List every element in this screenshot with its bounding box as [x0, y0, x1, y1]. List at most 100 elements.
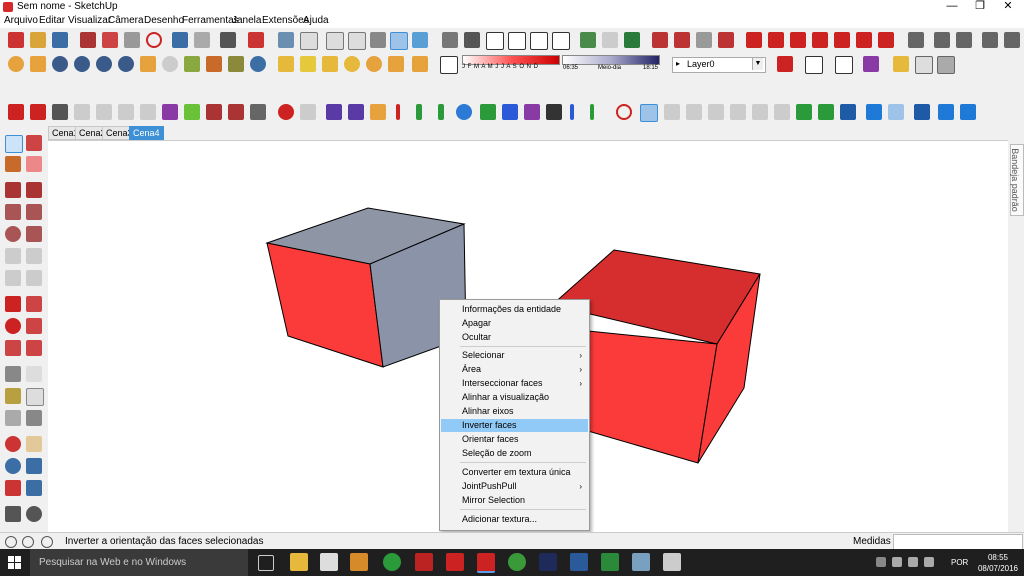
- path-tool-icon[interactable]: [300, 104, 316, 120]
- arc-icon[interactable]: [5, 248, 21, 264]
- rewind-icon[interactable]: [888, 104, 904, 120]
- app-doc-icon[interactable]: [632, 553, 650, 571]
- previous-view-icon[interactable]: [26, 480, 42, 496]
- battery-icon[interactable]: [908, 557, 918, 567]
- erase-icon[interactable]: [146, 32, 162, 48]
- print-icon[interactable]: [220, 32, 236, 48]
- ctx-item-align-view[interactable]: Alinhar a visualização: [441, 391, 588, 404]
- shadows-toggle-icon[interactable]: [440, 56, 458, 74]
- cone-tool-icon[interactable]: [300, 56, 316, 72]
- dimension-icon[interactable]: [26, 366, 42, 382]
- rope-tool-icon[interactable]: [370, 104, 386, 120]
- sketchup-taskbar-icon[interactable]: [477, 553, 495, 573]
- label-tool-icon[interactable]: [140, 56, 156, 72]
- menu-ajuda[interactable]: Ajuda: [303, 15, 329, 26]
- measurements-input[interactable]: [893, 534, 1023, 550]
- pencil-icon[interactable]: [5, 182, 21, 198]
- geo-location-icon[interactable]: [5, 536, 17, 548]
- copy-icon[interactable]: [102, 32, 118, 48]
- extension-av-icon[interactable]: [812, 32, 828, 48]
- top-view-icon[interactable]: [300, 32, 318, 50]
- section-cut-icon[interactable]: [835, 56, 853, 74]
- walk-icon[interactable]: [5, 506, 21, 522]
- tag-tool-icon[interactable]: [30, 56, 46, 72]
- iso-view-icon[interactable]: [278, 32, 294, 48]
- dome-tool-icon[interactable]: [344, 56, 360, 72]
- push-pull-icon[interactable]: [26, 296, 42, 312]
- section-plane-icon[interactable]: [805, 56, 823, 74]
- ctx-item-align-axes[interactable]: Alinhar eixos: [441, 405, 588, 418]
- front-view-icon[interactable]: [508, 32, 526, 50]
- add-location-icon[interactable]: [602, 32, 618, 48]
- move-tool-icon[interactable]: [480, 104, 496, 120]
- sphere-tool-icon[interactable]: [162, 56, 178, 72]
- sun-tool-icon[interactable]: [278, 56, 294, 72]
- plane-tool-icon[interactable]: [546, 104, 562, 120]
- play-blue-icon[interactable]: [938, 104, 954, 120]
- hi-tool-icon[interactable]: [206, 104, 222, 120]
- tape-measure-icon[interactable]: [5, 366, 21, 382]
- tool-group-d-icon[interactable]: [982, 32, 998, 48]
- cut-icon[interactable]: [80, 32, 96, 48]
- ui-tool-icon[interactable]: [840, 104, 856, 120]
- arrow-up-green-icon[interactable]: [416, 104, 422, 120]
- text-icon[interactable]: [26, 388, 44, 406]
- redo-icon[interactable]: [194, 32, 210, 48]
- xray-icon[interactable]: [326, 32, 344, 50]
- arrow-up-icon[interactable]: [438, 104, 444, 120]
- toggle-terrain-icon[interactable]: [624, 32, 640, 48]
- wood-tool-icon[interactable]: [206, 56, 222, 72]
- level-tool-icon[interactable]: [52, 104, 68, 120]
- zoom-window-icon[interactable]: [26, 458, 42, 474]
- menu-extensoes[interactable]: Extensões: [262, 15, 309, 26]
- app-w-icon[interactable]: [570, 553, 588, 571]
- volume-icon[interactable]: [924, 557, 934, 567]
- house-icon[interactable]: [486, 32, 504, 50]
- wireframe-icon[interactable]: [348, 32, 366, 50]
- ctx-item-mirror-selection[interactable]: Mirror Selection: [441, 494, 588, 507]
- xbox-icon[interactable]: [508, 553, 526, 571]
- store-icon[interactable]: [320, 553, 338, 571]
- paint-bucket-icon[interactable]: [5, 156, 21, 172]
- ctx-item-intersect-faces[interactable]: Interseccionar faces ›: [441, 377, 588, 390]
- time-slider[interactable]: [562, 55, 660, 65]
- orbit-icon[interactable]: [5, 436, 21, 452]
- s-down-icon[interactable]: [796, 104, 812, 120]
- pan-icon[interactable]: [26, 436, 42, 452]
- record-icon[interactable]: [616, 104, 632, 120]
- arc3-icon[interactable]: [5, 270, 21, 286]
- warehouse-icon[interactable]: [442, 32, 458, 48]
- component-options-icon[interactable]: [674, 32, 690, 48]
- ctx-item-select[interactable]: Selecionar ›: [441, 349, 588, 362]
- media-player-icon[interactable]: [350, 553, 368, 571]
- minimize-button[interactable]: —: [938, 0, 966, 14]
- clapper-icon[interactable]: [914, 104, 930, 120]
- circle-icon[interactable]: [5, 226, 21, 242]
- look-around-icon[interactable]: [26, 506, 42, 522]
- tray-tab[interactable]: Bandeja padrão: [1010, 144, 1024, 216]
- help-tool-icon[interactable]: [118, 56, 134, 72]
- polygon-icon[interactable]: [26, 226, 42, 242]
- menu-arquivo[interactable]: Arquivo: [4, 15, 38, 26]
- camera-icon[interactable]: [640, 104, 658, 122]
- paste-icon[interactable]: [124, 32, 140, 48]
- taskbar-search[interactable]: Pesquisar na Web e no Windows: [30, 549, 248, 576]
- rotate-icon[interactable]: [5, 318, 21, 334]
- sandbox-icon[interactable]: [718, 32, 734, 48]
- s-up-icon[interactable]: [818, 104, 834, 120]
- file-explorer-icon[interactable]: [290, 553, 308, 571]
- purple-tool-icon[interactable]: [863, 56, 879, 72]
- extension-af-icon[interactable]: [878, 32, 894, 48]
- tool-group-c-icon[interactable]: [956, 32, 972, 48]
- ctx-item-area[interactable]: Área ›: [441, 363, 588, 376]
- rectangle-icon[interactable]: [5, 204, 21, 220]
- scale-icon[interactable]: [5, 340, 21, 356]
- follow-me-icon[interactable]: [26, 318, 42, 334]
- undo-icon[interactable]: [172, 32, 188, 48]
- menu-janela[interactable]: Janela: [232, 15, 261, 26]
- menu-editar[interactable]: Editar: [39, 15, 65, 26]
- resize-tool-icon[interactable]: [250, 104, 266, 120]
- select-arrow-icon[interactable]: [5, 135, 23, 153]
- plant-tool-icon[interactable]: [228, 56, 244, 72]
- arc2-icon[interactable]: [26, 248, 42, 264]
